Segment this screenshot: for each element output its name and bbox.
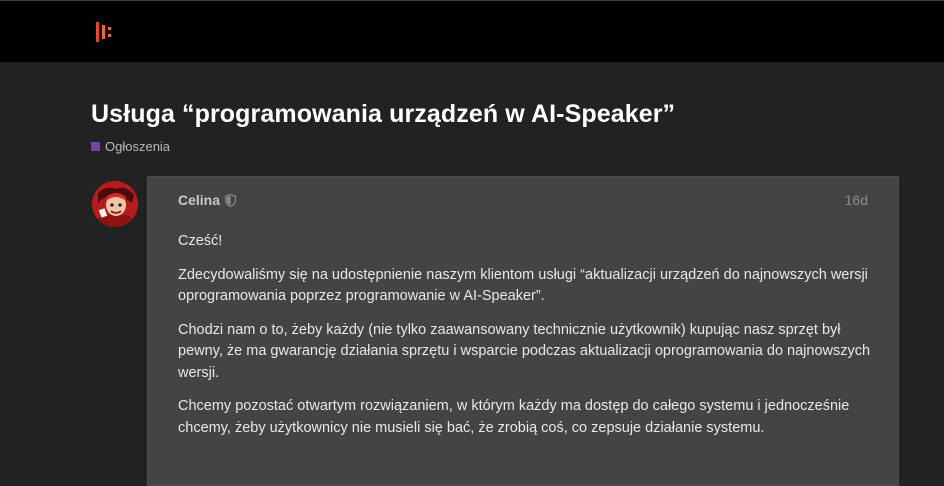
- post-paragraph: Zdecydowaliśmy się na udostępnienie nasz…: [178, 266, 868, 305]
- post-meta: Celina: [178, 192, 237, 208]
- site-header: [0, 0, 944, 62]
- post-paragraph: Cześć!: [178, 233, 223, 249]
- avatar[interactable]: [92, 181, 138, 227]
- post-paragraph: Chcemy pozostać otwartym rozwiązaniem, w…: [178, 398, 850, 436]
- post-date[interactable]: 16d: [845, 192, 868, 208]
- post-body: Cześć! Zdecydowaliśmy się na udostępnien…: [178, 231, 878, 451]
- site-logo-icon[interactable]: [94, 20, 118, 44]
- category-color-swatch: [91, 142, 100, 151]
- post: Celina 16d Cześć! Zdecydowaliśmy się na …: [147, 176, 899, 486]
- post-paragraph: Chodzi nam o to, żeby każdy (nie tylko z…: [178, 321, 871, 381]
- category-label: Ogłoszenia: [105, 139, 171, 154]
- post-author[interactable]: Celina: [178, 192, 220, 208]
- shield-icon: [225, 193, 237, 207]
- topic-area: Usługa “programowania urządzeń w AI-Spea…: [0, 62, 944, 486]
- avatar-image: [92, 181, 138, 227]
- category-badge[interactable]: Ogłoszenia: [91, 139, 170, 154]
- topic-title[interactable]: Usługa “programowania urządzeń w AI-Spea…: [91, 100, 675, 129]
